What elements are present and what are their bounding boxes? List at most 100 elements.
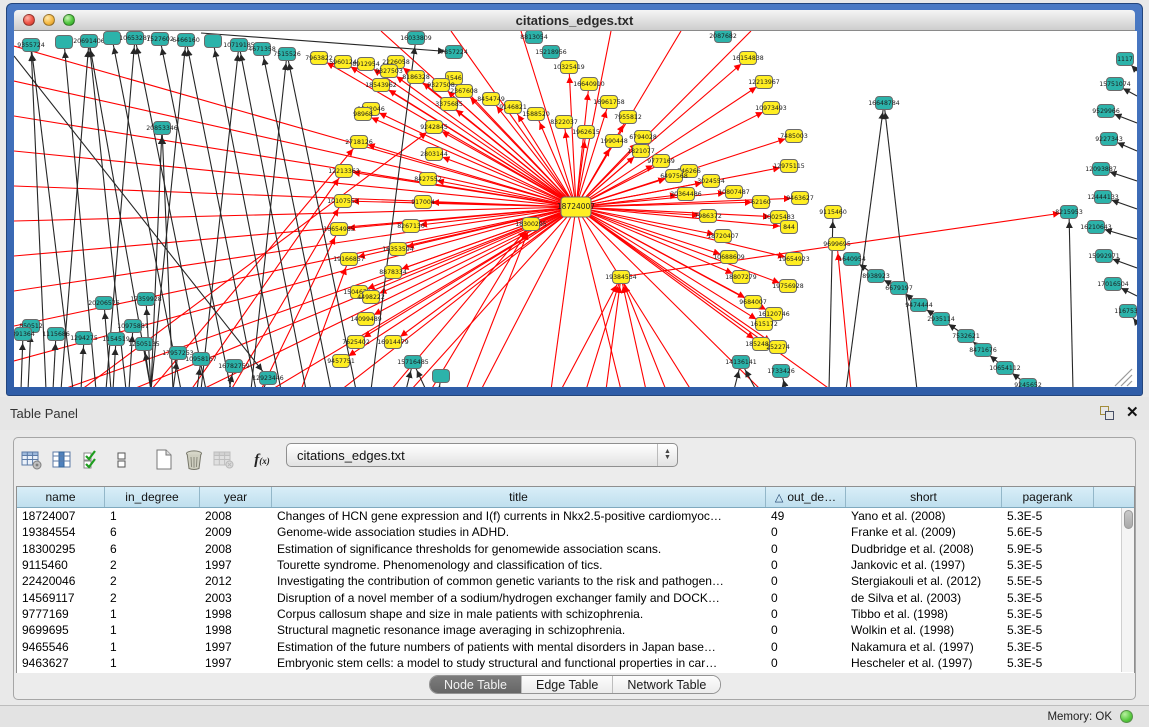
column-header-year[interactable]: year xyxy=(200,487,272,507)
table-cell[interactable]: Jankovic et al. (1997) xyxy=(846,558,1002,572)
table-cell[interactable]: 5.3E-5 xyxy=(1002,607,1094,621)
table-cell[interactable]: 0 xyxy=(766,591,846,605)
table-cell[interactable]: 9115460 xyxy=(17,558,105,572)
column-header-pagerank[interactable]: pagerank xyxy=(1002,487,1094,507)
table-cell[interactable]: Estimation of significance thresholds fo… xyxy=(272,542,766,556)
table-cell[interactable]: Yano et al. (2008) xyxy=(846,509,1002,523)
table-cell[interactable]: Stergiakouli et al. (2012) xyxy=(846,574,1002,588)
table-cell[interactable]: Disruption of a novel member of a sodium… xyxy=(272,591,766,605)
table-cell[interactable]: 1997 xyxy=(200,656,272,670)
column-header-in_degree[interactable]: in_degree xyxy=(105,487,200,507)
column-header-out_de[interactable]: △out_de… xyxy=(766,487,846,507)
network-canvas[interactable]: 1872400718300295193845549355724206914061… xyxy=(14,31,1137,387)
close-icon[interactable]: ✕ xyxy=(1126,403,1139,421)
select-rows-icon[interactable] xyxy=(79,447,105,473)
table-cell[interactable]: Changes of HCN gene expression and I(f) … xyxy=(272,509,766,523)
table-cell[interactable]: 2008 xyxy=(200,509,272,523)
delete-icon[interactable] xyxy=(181,447,207,473)
table-cell[interactable]: Estimation of the future numbers of pati… xyxy=(272,640,766,654)
table-cell[interactable]: 0 xyxy=(766,525,846,539)
table-cell[interactable]: Genome-wide association studies in ADHD. xyxy=(272,525,766,539)
table-cell[interactable]: 14569117 xyxy=(17,591,105,605)
table-cell[interactable]: 9465546 xyxy=(17,640,105,654)
network-graph[interactable]: 1872400718300295193845549355724206914061… xyxy=(14,31,1137,387)
table-cell[interactable]: 0 xyxy=(766,623,846,637)
table-cell[interactable]: 1997 xyxy=(200,558,272,572)
table-cell[interactable]: 0 xyxy=(766,574,846,588)
table-cell[interactable]: 9463627 xyxy=(17,656,105,670)
table-row[interactable]: 911546021997Tourette syndrome. Phenomeno… xyxy=(17,557,1134,573)
rows-icon[interactable] xyxy=(109,447,135,473)
table-cell[interactable]: 5.3E-5 xyxy=(1002,558,1094,572)
table-cell[interactable]: 49 xyxy=(766,509,846,523)
table-cell[interactable]: 5.3E-5 xyxy=(1002,656,1094,670)
float-window-icon[interactable] xyxy=(1100,406,1116,421)
table-cell[interactable]: Hescheler et al. (1997) xyxy=(846,656,1002,670)
function-builder-icon[interactable]: f(x) xyxy=(249,447,275,473)
graph-node[interactable] xyxy=(205,35,222,48)
table-cell[interactable]: 2009 xyxy=(200,525,272,539)
table-cell[interactable]: 2 xyxy=(105,591,200,605)
table-cell[interactable]: Franke et al. (2009) xyxy=(846,525,1002,539)
table-row[interactable]: 1456911722003Disruption of a novel membe… xyxy=(17,589,1134,605)
table-row[interactable]: 946362711997Embryonic stem cells: a mode… xyxy=(17,655,1134,671)
table-cell[interactable]: 2 xyxy=(105,558,200,572)
table-cell[interactable]: 0 xyxy=(766,640,846,654)
table-cell[interactable]: 22420046 xyxy=(17,574,105,588)
graph-node[interactable] xyxy=(56,36,73,49)
table-row[interactable]: 977716911998Corpus callosum shape and si… xyxy=(17,606,1134,622)
graph-node[interactable] xyxy=(433,370,450,383)
table-cell[interactable]: 1 xyxy=(105,640,200,654)
table-cell[interactable]: Nakamura et al. (1997) xyxy=(846,640,1002,654)
table-cell[interactable]: 19384554 xyxy=(17,525,105,539)
table-cell[interactable]: 9699695 xyxy=(17,623,105,637)
table-cell[interactable]: 18300295 xyxy=(17,542,105,556)
table-cell[interactable]: 1998 xyxy=(200,607,272,621)
column-header-title[interactable]: title xyxy=(272,487,766,507)
resize-grip[interactable] xyxy=(1115,369,1132,386)
table-cell[interactable]: 2 xyxy=(105,574,200,588)
table-cell[interactable]: 0 xyxy=(766,542,846,556)
table-cell[interactable]: 5.3E-5 xyxy=(1002,623,1094,637)
new-file-icon[interactable] xyxy=(151,447,177,473)
table-cell[interactable]: Dudbridge et al. (2008) xyxy=(846,542,1002,556)
column-header-name[interactable]: name xyxy=(17,487,105,507)
table-cell[interactable]: 2003 xyxy=(200,591,272,605)
table-settings-icon[interactable] xyxy=(19,447,45,473)
table-cell[interactable]: 5.3E-5 xyxy=(1002,640,1094,654)
table-cell[interactable]: Structural magnetic resonance image aver… xyxy=(272,623,766,637)
table-cell[interactable]: 2008 xyxy=(200,542,272,556)
table-cell[interactable]: 5.6E-5 xyxy=(1002,525,1094,539)
table-row[interactable]: 969969511998Structural magnetic resonanc… xyxy=(17,622,1134,638)
table-source-select[interactable]: citations_edges.txt ▲▼ xyxy=(286,443,678,467)
vertical-scrollbar[interactable] xyxy=(1121,508,1134,672)
column-header-short[interactable]: short xyxy=(846,487,1002,507)
tab-network-table[interactable]: Network Table xyxy=(613,676,720,693)
window-titlebar[interactable]: citations_edges.txt xyxy=(14,10,1135,31)
tab-edge-table[interactable]: Edge Table xyxy=(522,676,613,693)
scrollbar-thumb[interactable] xyxy=(1124,510,1133,529)
table-row[interactable]: 1938455462009Genome-wide association stu… xyxy=(17,524,1134,540)
table-cell[interactable]: Corpus callosum shape and size in male p… xyxy=(272,607,766,621)
table-row[interactable]: 946554611997Estimation of the future num… xyxy=(17,638,1134,654)
tab-node-table[interactable]: Node Table xyxy=(430,676,522,693)
table-cell[interactable]: 1998 xyxy=(200,623,272,637)
table-cell[interactable]: 5.5E-5 xyxy=(1002,574,1094,588)
column-select-icon[interactable] xyxy=(49,447,75,473)
table-cell[interactable]: Wolkin et al. (1998) xyxy=(846,623,1002,637)
table-cell[interactable]: 0 xyxy=(766,656,846,670)
table-cell[interactable]: 1 xyxy=(105,623,200,637)
table-cell[interactable]: 1 xyxy=(105,509,200,523)
table-row[interactable]: 2242004622012Investigating the contribut… xyxy=(17,573,1134,589)
table-cell[interactable]: 1 xyxy=(105,607,200,621)
table-cell[interactable]: 6 xyxy=(105,525,200,539)
table-cell[interactable]: 2012 xyxy=(200,574,272,588)
table-cell[interactable]: 6 xyxy=(105,542,200,556)
table-cell[interactable]: 1997 xyxy=(200,640,272,654)
table-cell[interactable]: Embryonic stem cells: a model to study s… xyxy=(272,656,766,670)
table-cell[interactable]: 1 xyxy=(105,656,200,670)
table-cell[interactable]: 0 xyxy=(766,558,846,572)
table-cell[interactable]: 9777169 xyxy=(17,607,105,621)
table-cell[interactable]: Tourette syndrome. Phenomenology and cla… xyxy=(272,558,766,572)
table-cell[interactable]: de Silva et al. (2003) xyxy=(846,591,1002,605)
